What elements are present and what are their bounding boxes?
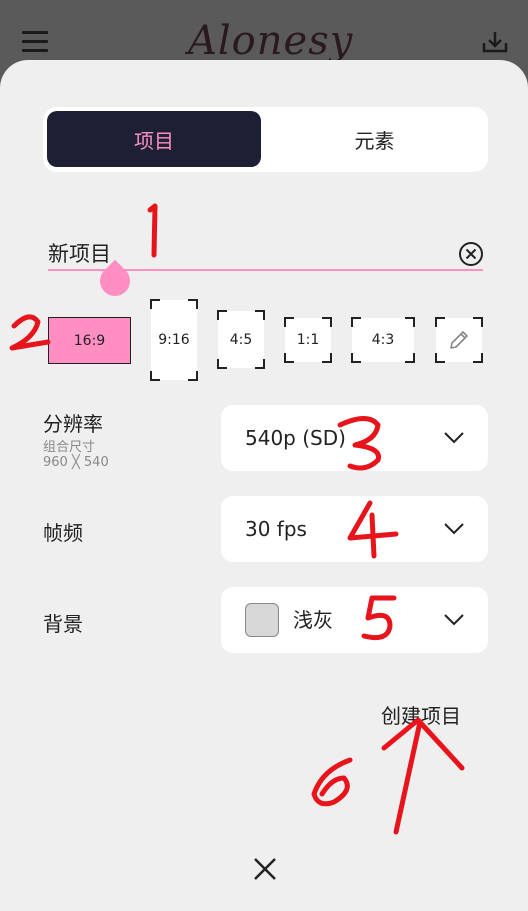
- ratio-9-16[interactable]: 9:16: [150, 299, 198, 381]
- resolution-label: 分辨率: [43, 412, 103, 436]
- ratio-4-3[interactable]: 4:3: [351, 317, 415, 363]
- ratio-label: 1:1: [296, 332, 320, 348]
- background-label: 背景: [43, 612, 83, 636]
- ratio-custom[interactable]: [435, 317, 483, 363]
- background-dropdown[interactable]: 浅灰: [221, 587, 488, 653]
- composition-size-value: 960 ╳ 540: [43, 455, 109, 470]
- background-value: 浅灰: [293, 608, 333, 632]
- create-project-sheet: 项目 元素 新项目 16:9 9:16 4:5 1:1 4:3 分辨率 组合尺寸…: [0, 60, 528, 911]
- chevron-down-icon: [444, 614, 464, 626]
- frame-rate-value: 30 fps: [245, 517, 307, 541]
- frame-rate-dropdown[interactable]: 30 fps: [221, 496, 488, 562]
- project-name-input[interactable]: 新项目: [48, 238, 111, 268]
- close-icon[interactable]: [252, 856, 278, 882]
- ratio-4-5[interactable]: 4:5: [217, 310, 265, 369]
- ratio-label: 9:16: [158, 332, 190, 348]
- resolution-value: 540p (SD): [245, 426, 346, 450]
- resolution-dropdown[interactable]: 540p (SD): [221, 405, 488, 471]
- ratio-1-1[interactable]: 1:1: [284, 317, 332, 363]
- ratio-label: 4:5: [229, 331, 253, 348]
- create-project-button[interactable]: 创建项目: [381, 700, 461, 729]
- ratio-label: 4:3: [371, 332, 395, 348]
- chevron-down-icon: [444, 432, 464, 444]
- ratio-16-9[interactable]: 16:9: [48, 317, 131, 364]
- download-icon[interactable]: [482, 31, 508, 53]
- tab-project[interactable]: 项目: [47, 111, 261, 167]
- composition-size-label: 组合尺寸: [43, 440, 96, 455]
- pencil-icon: [450, 331, 468, 349]
- ratio-label: 16:9: [73, 332, 106, 349]
- clear-circle-icon[interactable]: [458, 241, 484, 267]
- app-logo: Alonesy: [188, 18, 354, 64]
- background-color-swatch: [245, 603, 279, 637]
- frame-rate-label: 帧频: [43, 521, 83, 545]
- tab-element[interactable]: 元素: [265, 111, 484, 167]
- menu-icon[interactable]: [22, 31, 48, 53]
- chevron-down-icon: [444, 523, 464, 535]
- segment-tabs: 项目 元素: [43, 107, 488, 172]
